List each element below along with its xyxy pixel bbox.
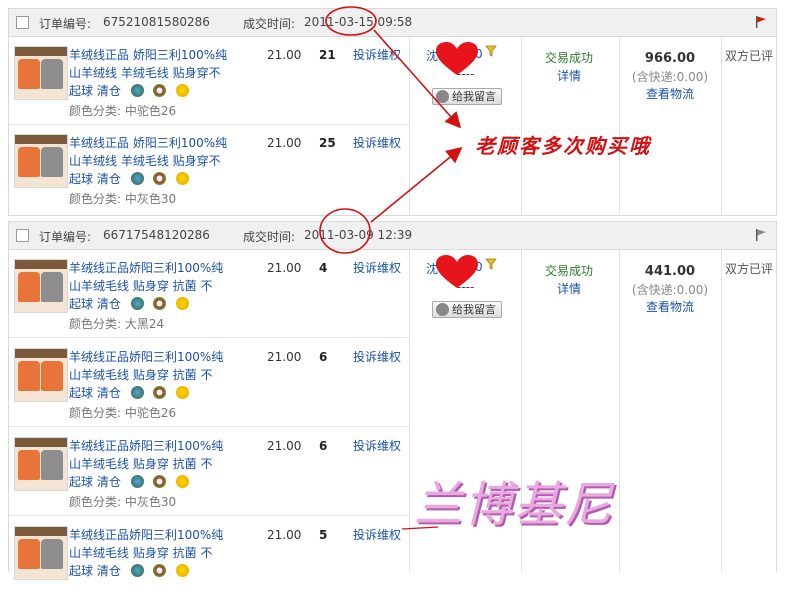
date-circle-2 (319, 208, 371, 254)
arrow-up (370, 146, 463, 223)
date-circle-1 (325, 6, 377, 36)
annotation-text: 老顾客多次购买哦 (475, 134, 651, 158)
arrow-down (373, 29, 462, 129)
watermark-text: 兰博基尼 (414, 477, 615, 533)
annotation-overlay (319, 6, 463, 530)
